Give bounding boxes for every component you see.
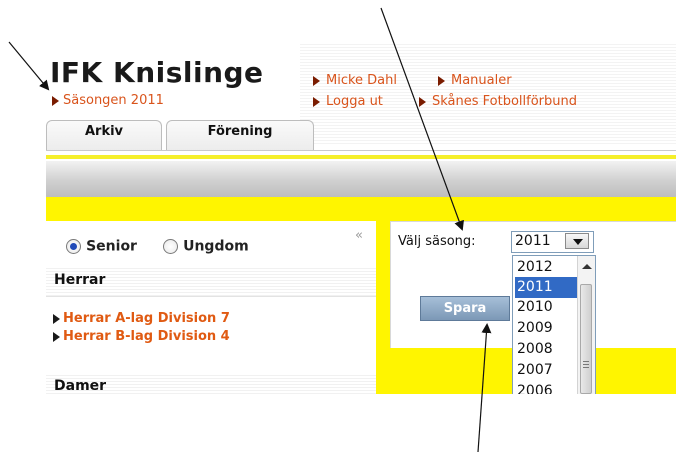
arrow-to-season-link xyxy=(8,41,50,91)
annotation-arrows xyxy=(8,7,492,453)
arrow-to-save-button xyxy=(477,323,492,453)
arrow-to-season-select xyxy=(380,7,464,231)
